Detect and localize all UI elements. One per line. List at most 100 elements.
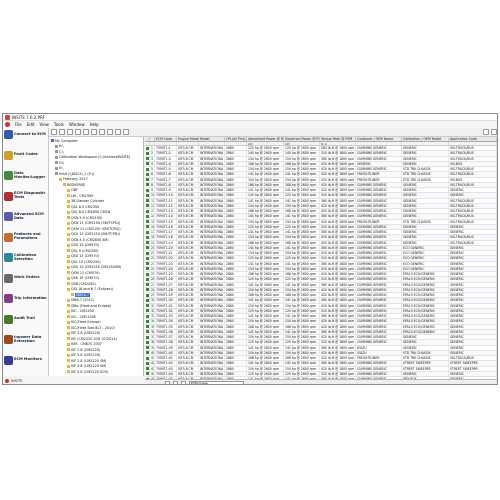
tree-node[interactable]: 3B Gander Cylinder [67, 199, 104, 204]
prev-page-button[interactable] [165, 380, 170, 384]
tree-node[interactable]: QSL 8.9 CM2850 CM2A [67, 210, 110, 215]
tree-node[interactable]: ISF (CM2220 SCR 07/2013) [67, 336, 117, 341]
menu-edit[interactable]: Edit [27, 122, 35, 127]
nav-item-ecm-diagnostic-tests[interactable]: ECM Diagnostic Tests [4, 191, 48, 201]
tree-node[interactable]: QSX 15 (CM570) [67, 243, 99, 248]
help-button[interactable] [491, 129, 497, 135]
nav-item-connect-to-ecm[interactable]: Connect to ECM [4, 130, 48, 139]
back-button[interactable] [51, 129, 57, 135]
tree-node[interactable]: A:\ [55, 144, 64, 149]
menu-tools[interactable]: Tools [54, 122, 64, 127]
tree-node[interactable]: February 2017 [59, 177, 88, 182]
table-cell: 7590T1:17 [155, 230, 177, 235]
column-header[interactable]: Advertised Power @ RPM [247, 137, 284, 141]
delete-button[interactable] [83, 129, 89, 135]
tree-node[interactable]: ISBe (Fleet and Eclipse) [67, 303, 111, 308]
nav-item-label: Connect to ECM [14, 131, 46, 136]
nav-item-inpower-data-extraction[interactable]: Inpower Data Extraction [4, 335, 48, 344]
tree-node[interactable]: QSN 11 (CM2150 (SM/TCPD)) [67, 221, 120, 226]
view-select[interactable]: ECM image [189, 380, 244, 384]
tree-node[interactable]: QSL 8.9 CM2350 [67, 204, 99, 209]
tree-node[interactable]: ISC - CM2250 [67, 309, 94, 314]
column-header[interactable]: ECM Code [155, 137, 177, 141]
nav-item-work-orders[interactable]: Work Orders [4, 273, 48, 283]
tree-node[interactable]: QSX 15 (CM2250 CM2250SM) [67, 265, 121, 270]
forward-button[interactable] [59, 129, 65, 135]
menu-view[interactable]: View [39, 122, 49, 127]
refresh-button[interactable] [181, 380, 186, 384]
nav-item-trip-information[interactable]: Trip Information [4, 294, 48, 303]
tree-node[interactable]: QSL (6 and 6.7 (Eclipse)) [67, 287, 113, 292]
menu-window[interactable]: Window [69, 122, 85, 127]
table-cell: 420 lb-ft @ 1800 rpm [321, 219, 356, 224]
tree-node[interactable]: REDVERSE [63, 182, 85, 187]
tree-node[interactable]: QSM 11 (CM570) [67, 270, 100, 275]
nav-item-fault-codes[interactable]: Fault Codes [4, 150, 48, 160]
tree-node-label: ISB6.7 (2011) [71, 298, 95, 302]
next-page-button[interactable] [173, 380, 178, 384]
nav-item-advanced-ecm-data[interactable]: Advanced ECM Data [4, 212, 48, 221]
column-header[interactable]: Model [199, 137, 225, 141]
column-header[interactable]: Engine Model [177, 137, 199, 141]
nav-item-audit-trail[interactable]: Audit Trail [4, 314, 48, 324]
column-header[interactable]: CPL(all Prv)(As) [225, 137, 247, 141]
tree-node[interactable]: ISC(Fleet Eclipse) [67, 320, 101, 325]
app-menu-icon[interactable] [5, 122, 10, 127]
cut-button[interactable] [91, 129, 97, 135]
tree-node[interactable]: ISF 3.8 (CM2220 SCR) [67, 369, 108, 374]
paste-button[interactable] [107, 129, 113, 135]
tree-node[interactable]: QSK 19 (CM570) [67, 276, 99, 281]
properties-button[interactable] [115, 129, 121, 135]
tree-node[interactable]: Hmd (\\DISCO_1 (Y:)) [55, 171, 94, 176]
tree-node[interactable]: OBF [67, 188, 78, 193]
search-button[interactable] [483, 129, 489, 135]
column-header[interactable]: Customer / OEM Name [356, 137, 402, 141]
table-cell: 168 hp @ 2600 rpm [247, 293, 284, 298]
tree-node[interactable]: ISF 2.8 (CM2220) [67, 347, 100, 352]
table-cell: FREIGHTLINER [356, 356, 402, 361]
table-cell: INTERNATIONA [200, 219, 225, 224]
menu-file[interactable]: File [15, 122, 22, 127]
tree-node[interactable]: ISF 3.8 (CM2220) [67, 353, 100, 358]
column-header[interactable]: Application Code [449, 137, 497, 141]
tree-node[interactable]: QSM 11 (CM2150 (SM/TCPD)) [67, 226, 121, 231]
tree-node[interactable]: QSB (CM2250) [67, 281, 96, 286]
tree-node[interactable]: ISF 2.8 (CM2220 SM) [67, 358, 106, 363]
tree-node[interactable]: QSL 9 (CM2350) [67, 248, 99, 253]
tree-node[interactable]: Calibration Workspace (C:\Intelect\INSIT… [55, 155, 130, 160]
nav-item-ecm-monitors[interactable]: ECM Monitors [4, 355, 48, 365]
column-header[interactable]: Governed Power @ RPM [284, 137, 320, 141]
tree-node[interactable]: ISC - CM2150E [67, 314, 96, 319]
table-cell: CUMMINS GENERIC [356, 193, 402, 198]
tree-node[interactable]: D:\ [55, 160, 64, 165]
tree-node[interactable]: QSN 4.5 (CM2850 SM) [67, 237, 109, 242]
tree-node[interactable]: ISF 3.8 (CM2220 SM) [67, 364, 106, 369]
tree-node-label: E:\ [59, 166, 64, 170]
tree-node[interactable]: E:\ [55, 166, 63, 171]
tree-node[interactable]: ISM - CM870 2007 [67, 342, 102, 347]
table-cell: VIS-TRUCK/BUS [449, 167, 497, 172]
nav-item-features-and-parameters[interactable]: Features and Parameters [4, 232, 48, 242]
copy-button[interactable] [99, 129, 105, 135]
column-header[interactable]: Torque Peak @ RPM [320, 137, 356, 141]
table-cell: 141 hp @ 2600 rpm [247, 198, 284, 203]
column-header[interactable]: Calibration / OEM Model [402, 137, 449, 141]
tree-node[interactable]: ISC(Fleet Stat 8L7 - 2010) [67, 325, 115, 330]
nav-item-calibration-selection[interactable]: Calibration Selection [4, 253, 48, 262]
tree-node[interactable]: QSN 5.9 (CM2150) [67, 215, 102, 220]
tree-node[interactable]: QSX 15 (CM2150 (SM/TCPD)) [67, 232, 120, 237]
tree-node[interactable]: QSX 15 (CM570) [67, 254, 99, 259]
up-folder-button[interactable] [67, 129, 73, 135]
new-folder-button[interactable] [75, 129, 81, 135]
nav-item-data-monitor-logger[interactable]: Data Monitor/Logger [4, 171, 48, 180]
tree-node[interactable]: LW - CM2350 [67, 193, 93, 198]
tree-node[interactable]: ISF 3.8 (CM2220) [67, 331, 100, 336]
tree-node[interactable]: ISBE6.7 [71, 292, 91, 297]
menu-help[interactable]: Help [90, 122, 99, 127]
view-button[interactable] [123, 129, 129, 135]
tree-node[interactable]: C:\ [55, 149, 64, 154]
tree-node[interactable]: My Computer [51, 138, 78, 143]
table-cell: 2860 [225, 314, 247, 319]
tree-node[interactable]: QSL 10 (CM2250) [67, 259, 101, 264]
tree-node[interactable]: ISB6.7 (2011) [67, 298, 94, 303]
